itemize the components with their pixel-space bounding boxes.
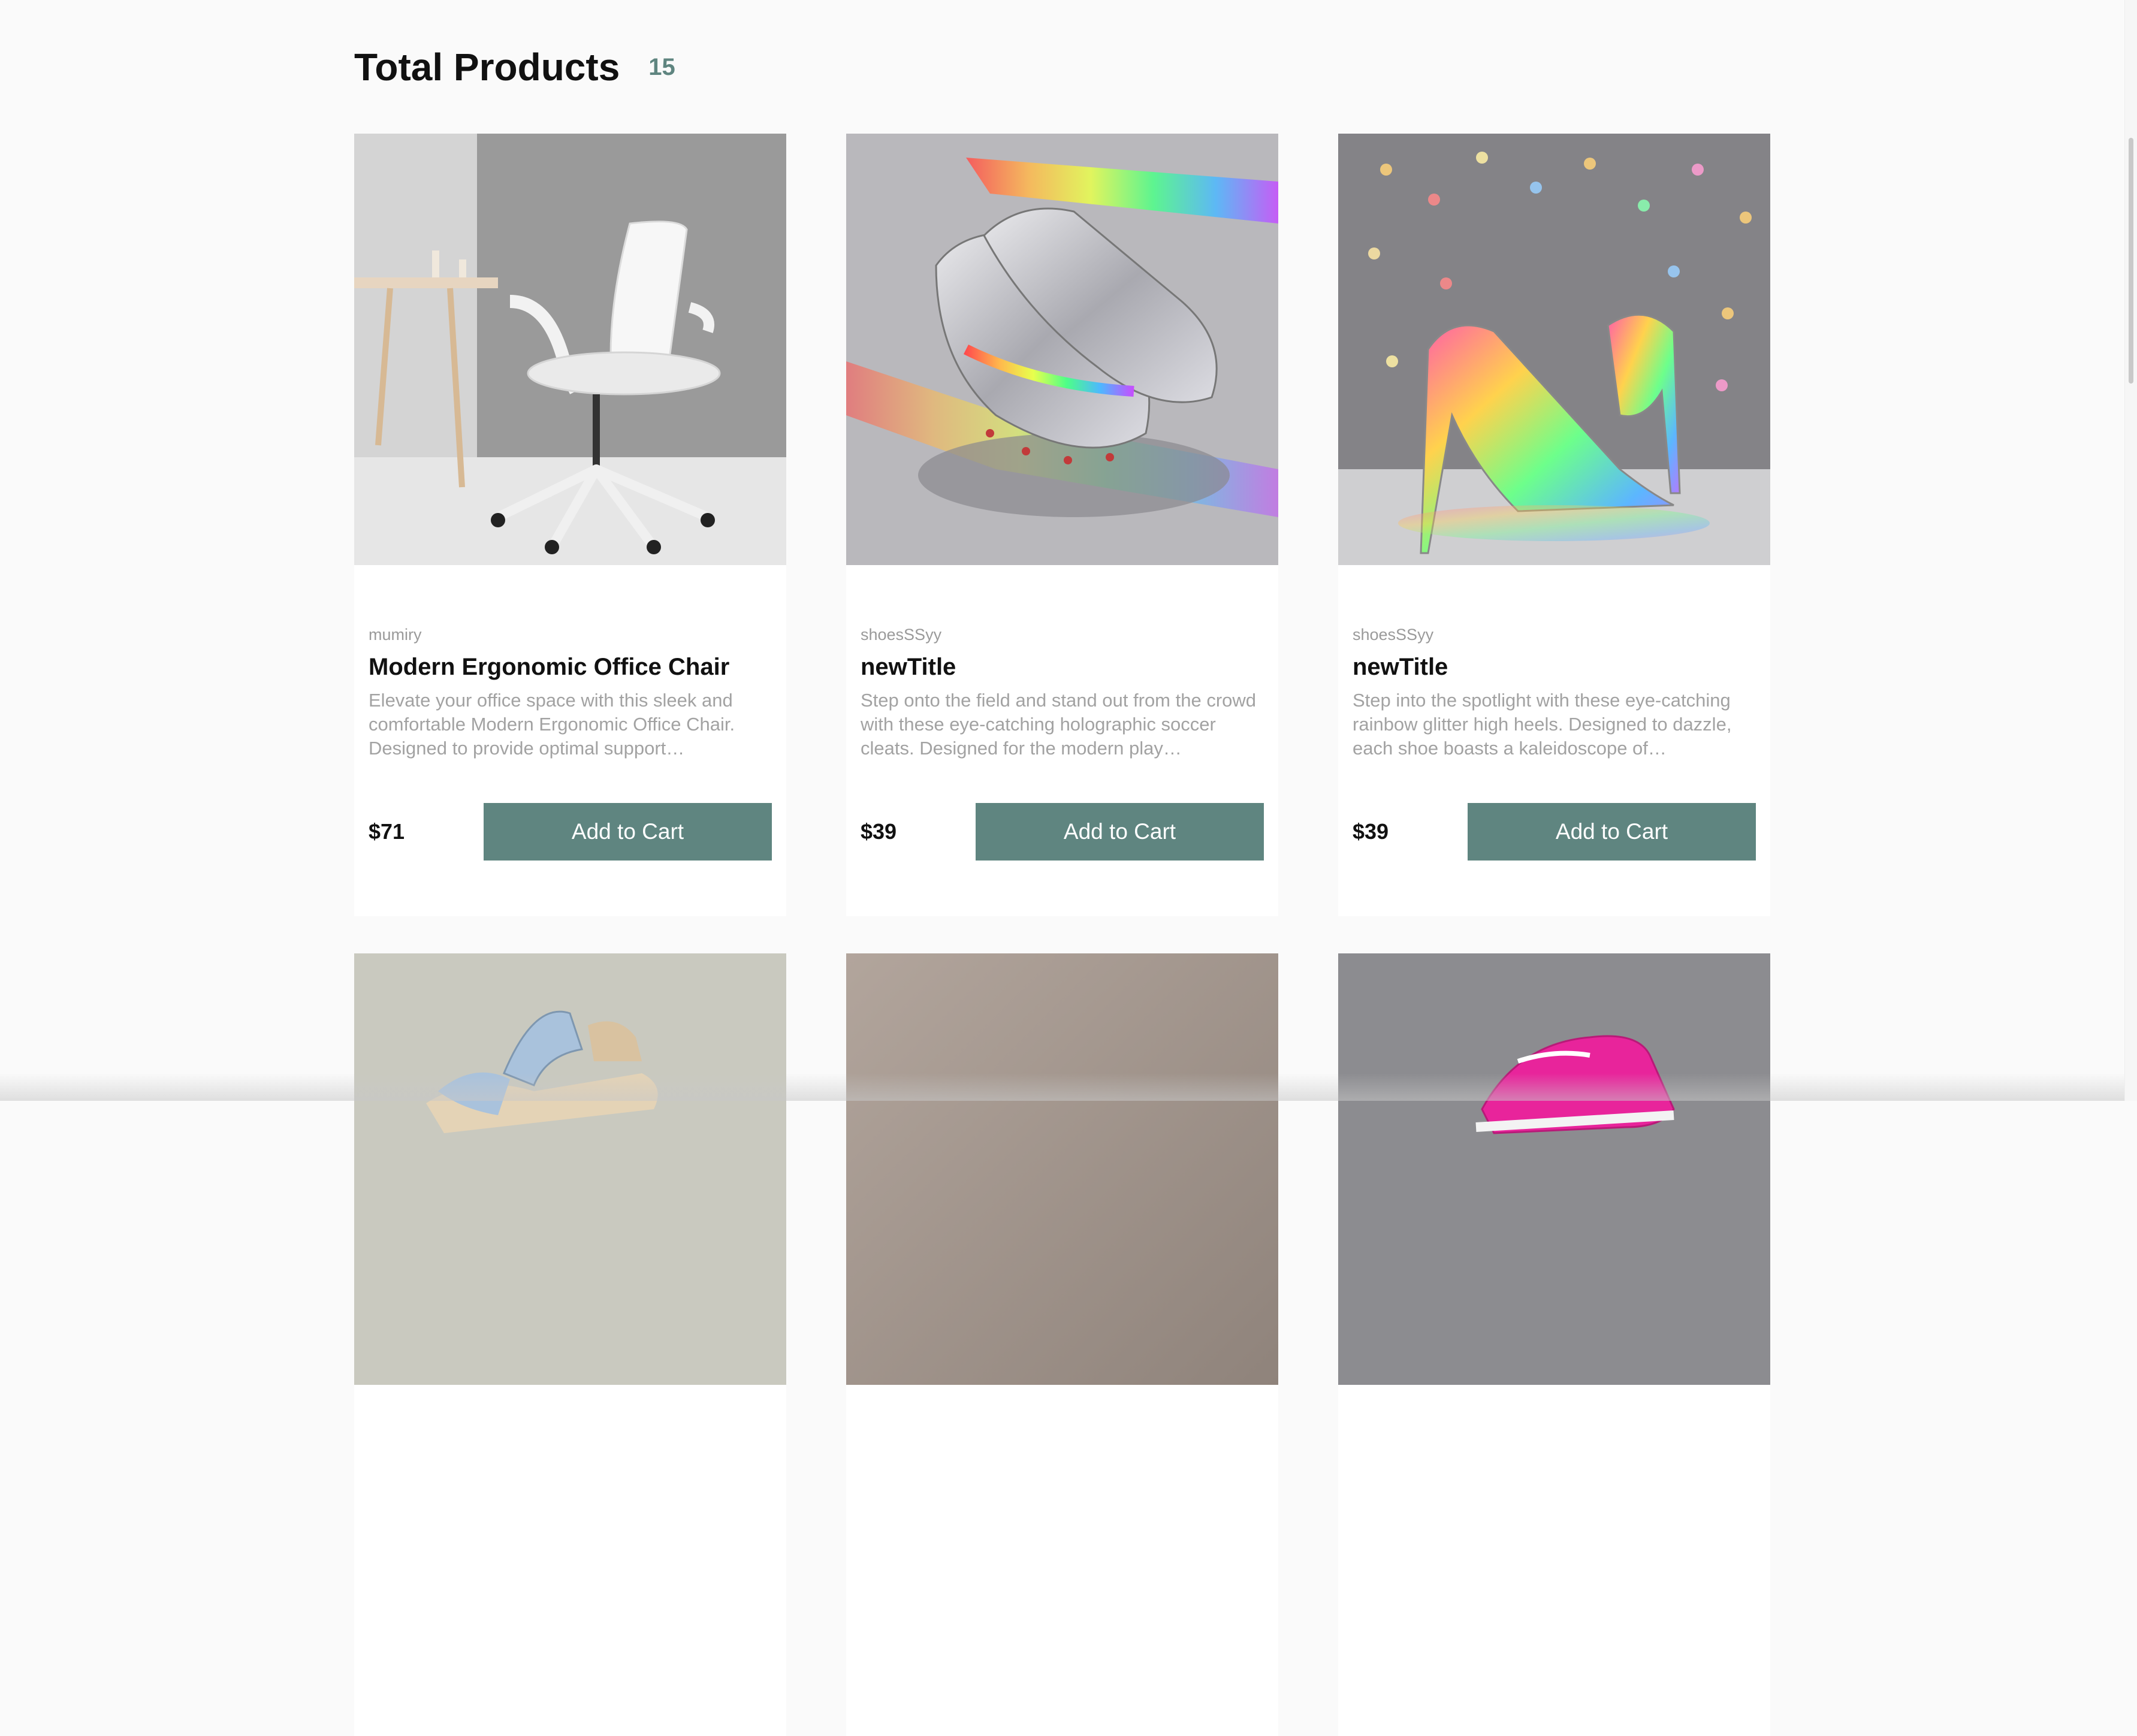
product-brand: mumiry (369, 626, 422, 644)
product-card[interactable]: shoesSSyy newTitle Step into the spotlig… (1338, 134, 1770, 916)
product-card[interactable] (846, 953, 1278, 1736)
add-to-cart-button[interactable]: Add to Cart (1468, 803, 1756, 861)
product-info: shoesSSyy newTitle Step onto the field a… (861, 625, 1264, 760)
product-brand: shoesSSyy (1353, 626, 1434, 644)
product-card[interactable]: shoesSSyy newTitle Step onto the field a… (846, 134, 1278, 916)
product-image-taupe-product[interactable] (846, 953, 1278, 1385)
product-brand: shoesSSyy (861, 626, 942, 644)
product-image-glitter-heels[interactable] (1338, 134, 1770, 565)
add-to-cart-button[interactable]: Add to Cart (976, 803, 1264, 861)
product-price: $39 (1353, 819, 1389, 844)
product-image-holographic-cleats[interactable] (846, 134, 1278, 565)
product-title[interactable]: newTitle (1353, 651, 1756, 683)
product-card[interactable]: mumiry Modern Ergonomic Office Chair Ele… (354, 134, 786, 916)
product-price: $71 (369, 819, 405, 844)
product-footer: $39 Add to Cart (1353, 803, 1756, 861)
product-description: Step into the spotlight with these eye-c… (1353, 690, 1732, 759)
product-title[interactable]: newTitle (861, 651, 1264, 683)
vertical-scrollbar[interactable] (2124, 0, 2137, 1101)
product-description: Elevate your office space with this slee… (369, 690, 735, 759)
product-card[interactable] (1338, 953, 1770, 1736)
product-info: shoesSSyy newTitle Step into the spotlig… (1353, 625, 1756, 760)
product-count: 15 (648, 54, 675, 80)
product-footer: $39 Add to Cart (861, 803, 1264, 861)
product-image-office-chair[interactable] (354, 134, 786, 565)
product-grid: mumiry Modern Ergonomic Office Chair Ele… (354, 134, 1770, 1736)
product-image-pink-sneaker[interactable] (1338, 953, 1770, 1385)
product-footer: $71 Add to Cart (369, 803, 772, 861)
add-to-cart-button[interactable]: Add to Cart (484, 803, 772, 861)
scrollbar-thumb[interactable] (2129, 138, 2133, 384)
product-info: mumiry Modern Ergonomic Office Chair Ele… (369, 625, 772, 760)
page-title: Total Products (354, 46, 620, 89)
product-image-denim-sandal[interactable] (354, 953, 786, 1385)
product-price: $39 (861, 819, 897, 844)
product-description: Step onto the field and stand out from t… (861, 690, 1257, 759)
page-header: Total Products 15 (354, 43, 675, 91)
product-title[interactable]: Modern Ergonomic Office Chair (369, 651, 772, 683)
product-card[interactable] (354, 953, 786, 1736)
